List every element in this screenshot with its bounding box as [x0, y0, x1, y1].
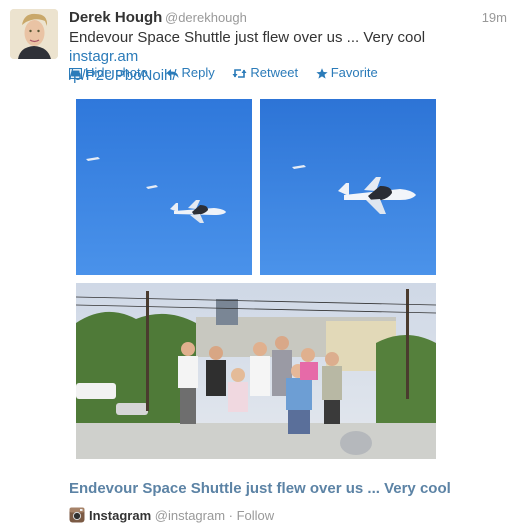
instagram-photo-collage[interactable] [76, 99, 436, 459]
star-icon [316, 68, 328, 79]
retweet-button[interactable]: Retweet [232, 65, 298, 80]
shuttle-closeup-image [260, 99, 436, 275]
photo-icon [68, 67, 83, 80]
reply-icon [166, 69, 179, 78]
provider-name[interactable]: Instagram [89, 508, 151, 523]
author-handle[interactable]: @derekhough [165, 10, 247, 25]
hide-photo-button[interactable]: Hide photo [68, 65, 148, 80]
follow-link[interactable]: Follow [237, 508, 275, 523]
sky-photo-left [76, 99, 252, 275]
sky-photo-right [260, 99, 436, 275]
provider-handle[interactable]: @instagram [155, 508, 225, 523]
hide-photo-label: Hide photo [85, 65, 148, 80]
rooftop-group-image [76, 283, 436, 459]
tweet-body: Endevour Space Shuttle just flew over us… [69, 29, 426, 46]
avatar[interactable] [10, 9, 58, 59]
group-photo [76, 283, 436, 459]
instagram-icon [69, 507, 85, 523]
tweet-link[interactable]: instagr.am [69, 48, 138, 65]
tweet-actions: Hide photo Reply Retweet Favorite [68, 65, 392, 80]
attribution-separator: · [225, 508, 237, 523]
media-attribution: Instagram @instagram · Follow [69, 507, 274, 523]
reply-label: Reply [181, 65, 215, 80]
media-caption[interactable]: Endevour Space Shuttle just flew over us… [69, 480, 451, 497]
favorite-label: Favorite [330, 65, 378, 80]
reply-button[interactable]: Reply [166, 65, 215, 80]
shuttle-flyover-image [76, 99, 252, 275]
avatar-image [10, 9, 58, 59]
retweet-label: Retweet [250, 65, 299, 80]
favorite-button[interactable]: Favorite [316, 65, 378, 80]
tweet-card: Derek Hough @derekhough 19m Endevour Spa… [0, 0, 517, 532]
retweet-icon [232, 69, 247, 78]
tweet-timestamp[interactable]: 19m [482, 10, 507, 25]
author-name[interactable]: Derek Hough [69, 9, 162, 26]
